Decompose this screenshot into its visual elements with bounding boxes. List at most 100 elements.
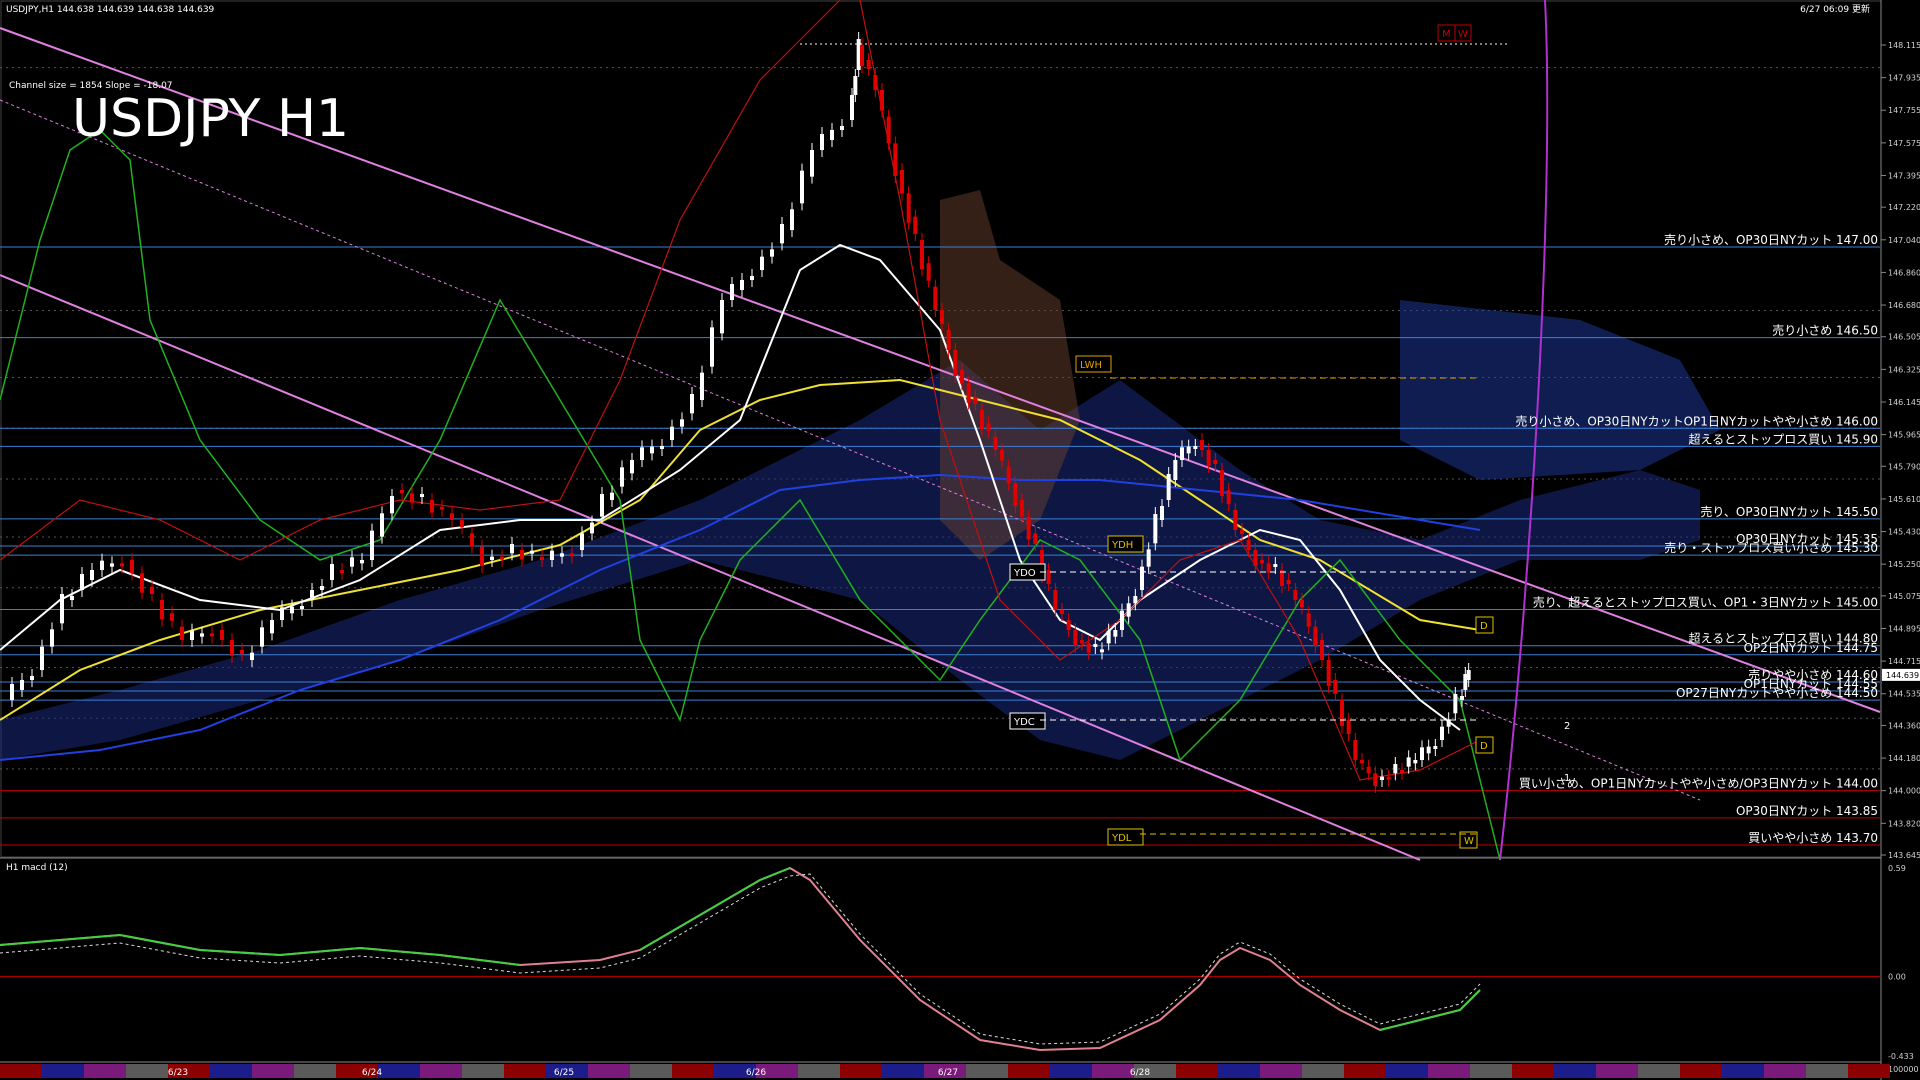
y-tick-label: 144.360 [1888, 721, 1920, 730]
candle-body [780, 224, 784, 244]
time-axis-segment [630, 1064, 672, 1078]
candle-body [1333, 680, 1338, 694]
candle-body [1146, 549, 1151, 567]
candle-body [1113, 630, 1118, 637]
time-axis-segment [462, 1064, 504, 1078]
candle-body [340, 570, 344, 573]
candle-body [410, 493, 414, 503]
time-axis-segment [42, 1064, 84, 1078]
level-line-label: 売り小さめ、OP30日NYカットOP1日NYカットやや小さめ 146.00 [1515, 413, 1878, 428]
time-axis-segment [1428, 1064, 1470, 1078]
candle-body [1426, 746, 1431, 754]
candle-body [1100, 649, 1104, 653]
candle-body [1213, 460, 1218, 464]
candle-body [906, 193, 911, 223]
time-axis-segment [378, 1064, 420, 1078]
candle-body [1240, 530, 1244, 534]
candle-body [170, 613, 174, 621]
time-axis-segment [966, 1064, 1008, 1078]
candle-body [380, 513, 384, 537]
candle-body [1133, 596, 1138, 604]
level-line-label: OP27日NYカットやや小さめ 144.50 [1676, 686, 1878, 700]
y-tick-label: 145.790 [1888, 462, 1920, 471]
macd-tick-label: -0.433 [1888, 1052, 1914, 1061]
candle-body [330, 564, 334, 580]
candle-body [973, 396, 978, 404]
candle-body [710, 327, 714, 367]
y-tick-label: 146.325 [1888, 365, 1920, 374]
x-tick-label: 6/23 [168, 1068, 188, 1078]
candle-body [10, 684, 14, 700]
candle-body [680, 419, 684, 427]
time-axis-segment [126, 1064, 168, 1078]
candle-body [1466, 670, 1471, 680]
y-tick-label: 147.935 [1888, 74, 1920, 83]
candle-body [1340, 700, 1344, 726]
candle-body [1233, 510, 1238, 530]
cloud-area-future [1400, 300, 1720, 480]
y-tick-label: 147.755 [1888, 106, 1920, 115]
candle-body [1420, 747, 1424, 760]
level-line-label: 売り・ストップロス買い小さめ 145.30 [1664, 540, 1878, 555]
candle-body [926, 263, 931, 281]
candle-body [100, 560, 104, 570]
macd-line-positive [0, 933, 521, 966]
x-tick-label: 6/24 [362, 1068, 382, 1078]
candle-body [720, 300, 724, 334]
candle-body [830, 130, 834, 140]
x-tick-label: 6/26 [746, 1068, 766, 1078]
y-tick-label: 145.250 [1888, 560, 1920, 569]
ichimoku-cloud [0, 190, 1720, 760]
candle-body [1140, 566, 1144, 590]
y-tick-label: 143.820 [1888, 819, 1920, 828]
time-axis-segment [420, 1064, 462, 1078]
time-axis-segment [1512, 1064, 1554, 1078]
candle-body [1300, 600, 1304, 608]
time-axis-segment [1848, 1064, 1890, 1078]
marker-d: D [1480, 621, 1488, 632]
candle-body [1120, 610, 1124, 630]
candle-body [886, 116, 891, 144]
candle-body [770, 249, 774, 257]
candle-body [730, 284, 734, 300]
macd-tick-label: 0.59 [1888, 864, 1906, 873]
candle-body [880, 90, 884, 111]
candle-body [1373, 773, 1378, 786]
time-axis-segment [504, 1064, 546, 1078]
y-tick-label: 146.860 [1888, 268, 1920, 277]
candle-body [820, 134, 824, 150]
candle-body [1460, 696, 1464, 700]
candle-body [560, 553, 564, 557]
candle-body [280, 607, 284, 620]
candle-body [1313, 626, 1318, 646]
macd-line-positive-3 [1379, 989, 1481, 1031]
time-axis-segment [252, 1064, 294, 1078]
time-axis-segment [1176, 1064, 1218, 1078]
candle-body [1020, 500, 1024, 517]
time-axis-segment [294, 1064, 336, 1078]
y-tick-label: 147.575 [1888, 139, 1920, 148]
time-axis-segment [84, 1064, 126, 1078]
candle-body [530, 550, 534, 554]
candle-body [620, 467, 624, 487]
candle-body [1066, 620, 1071, 630]
time-axis: 6/23 6/24 6/25 6/26 6/27 6/28 [0, 1064, 1890, 1078]
time-axis-segment [1722, 1064, 1764, 1078]
datetime-label: 6/27 06:09 更新 [1800, 3, 1870, 15]
chart-title: USDJPY H1 [72, 89, 349, 149]
candle-body [440, 506, 444, 510]
level-line-label: 売り小さめ、OP30日NYカット 147.00 [1664, 232, 1878, 247]
time-axis-segment [672, 1064, 714, 1078]
candle-body [1206, 450, 1211, 466]
candle-body [690, 394, 694, 414]
candle-body [760, 256, 764, 270]
candle-body [70, 596, 74, 600]
candle-body [270, 620, 274, 634]
candle-body [866, 60, 871, 69]
candle-body [1260, 560, 1264, 564]
y-tick-label: 147.040 [1888, 236, 1920, 245]
candle-body [1393, 764, 1398, 774]
candle-body [1053, 590, 1058, 610]
y-tick-label: 145.430 [1888, 528, 1920, 537]
candle-body [580, 533, 584, 550]
